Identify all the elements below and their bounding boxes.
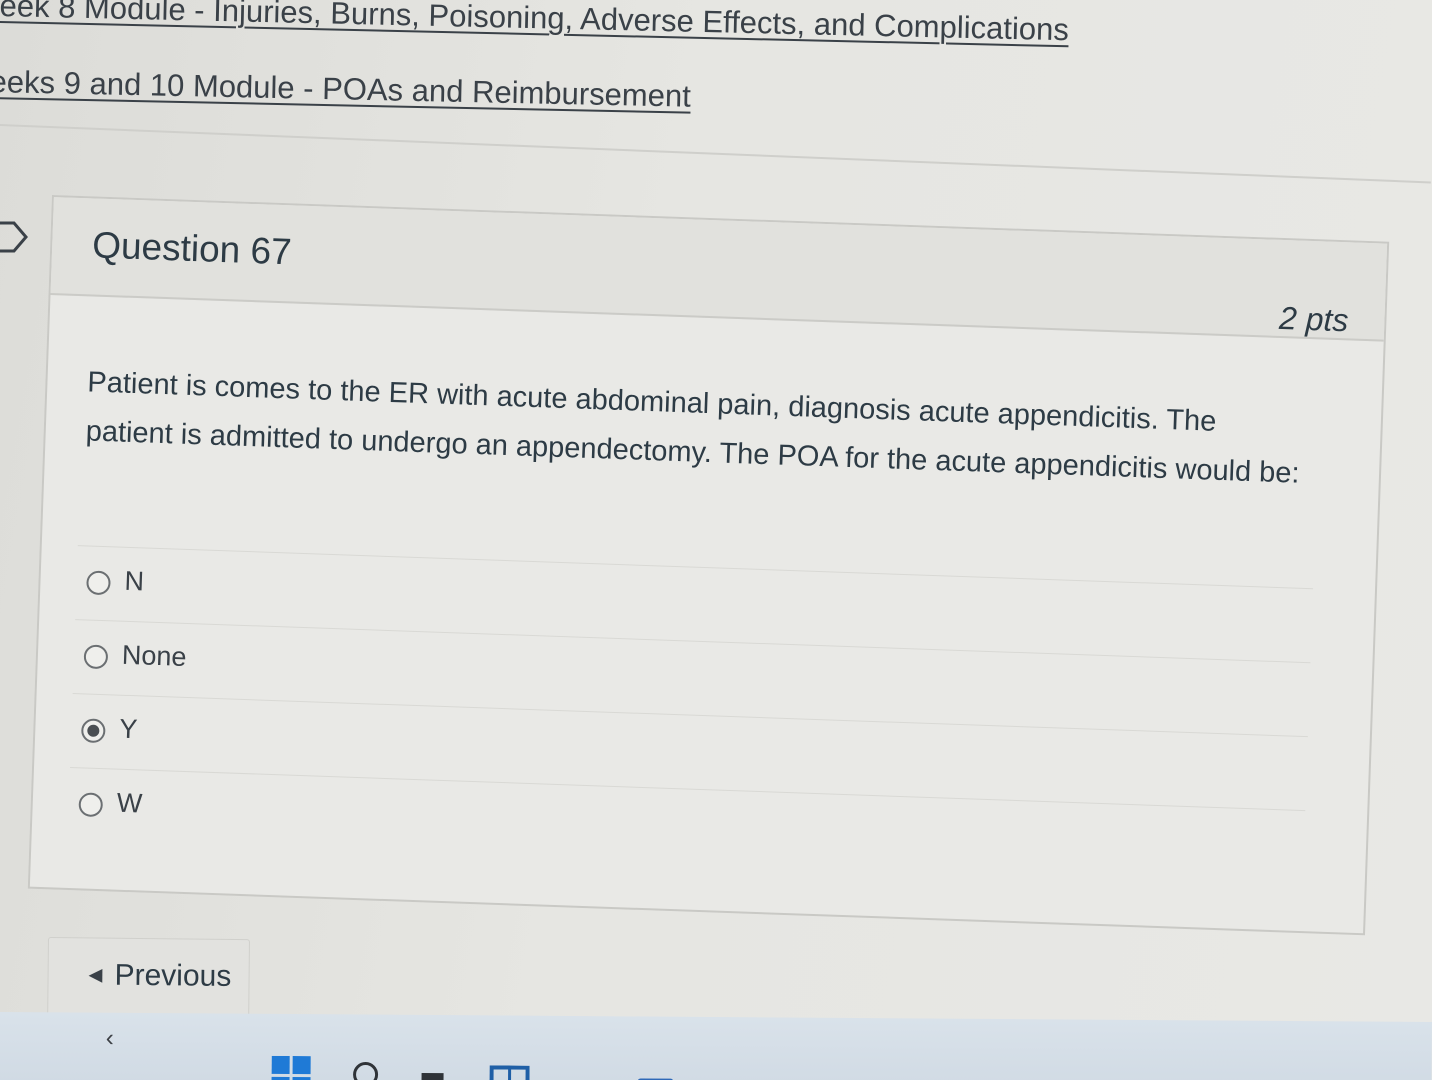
question-flag-icon[interactable] [0,219,32,255]
back-arrow-icon[interactable]: ‹ [106,1025,114,1053]
divider [0,124,1431,184]
radio-button[interactable] [86,570,111,596]
answer-label[interactable]: None [121,640,187,673]
caret-left-icon: ◀ [88,964,103,985]
app-icon[interactable] [635,1072,675,1080]
question-title: Question 67 [91,224,293,273]
radio-button-selected[interactable] [80,718,106,744]
question-text: Patient is comes to the ER with acute ab… [85,366,1301,490]
question-points: 2 pts [1278,299,1350,339]
module-link-week-8[interactable]: eek 8 Module - Injuries, Burns, Poisonin… [0,0,1069,48]
radio-button[interactable] [78,792,104,818]
previous-button[interactable]: ◀ Previous [47,937,250,1020]
answer-label[interactable]: N [124,566,145,598]
task-view-icon[interactable] [419,1069,445,1080]
question-card: Question 67 2 pts Patient is comes to th… [27,195,1390,936]
app-icon[interactable] [563,1070,603,1080]
app-icon[interactable] [489,1065,530,1080]
previous-label: Previous [114,958,232,993]
radio-button[interactable] [83,644,109,670]
search-icon[interactable] [351,1060,379,1080]
windows-start-icon[interactable] [271,1055,311,1080]
answer-list: N None Y W [67,545,1314,885]
answer-label[interactable]: W [116,788,143,820]
module-link-weeks-9-10[interactable]: eeks 9 and 10 Module - POAs and Reimburs… [0,64,691,115]
question-header: Question 67 2 pts [50,197,1388,342]
screen: eek 8 Module - Injuries, Burns, Poisonin… [0,0,1432,1080]
taskbar: ‹ [0,1012,1432,1080]
answer-label[interactable]: Y [119,714,138,746]
